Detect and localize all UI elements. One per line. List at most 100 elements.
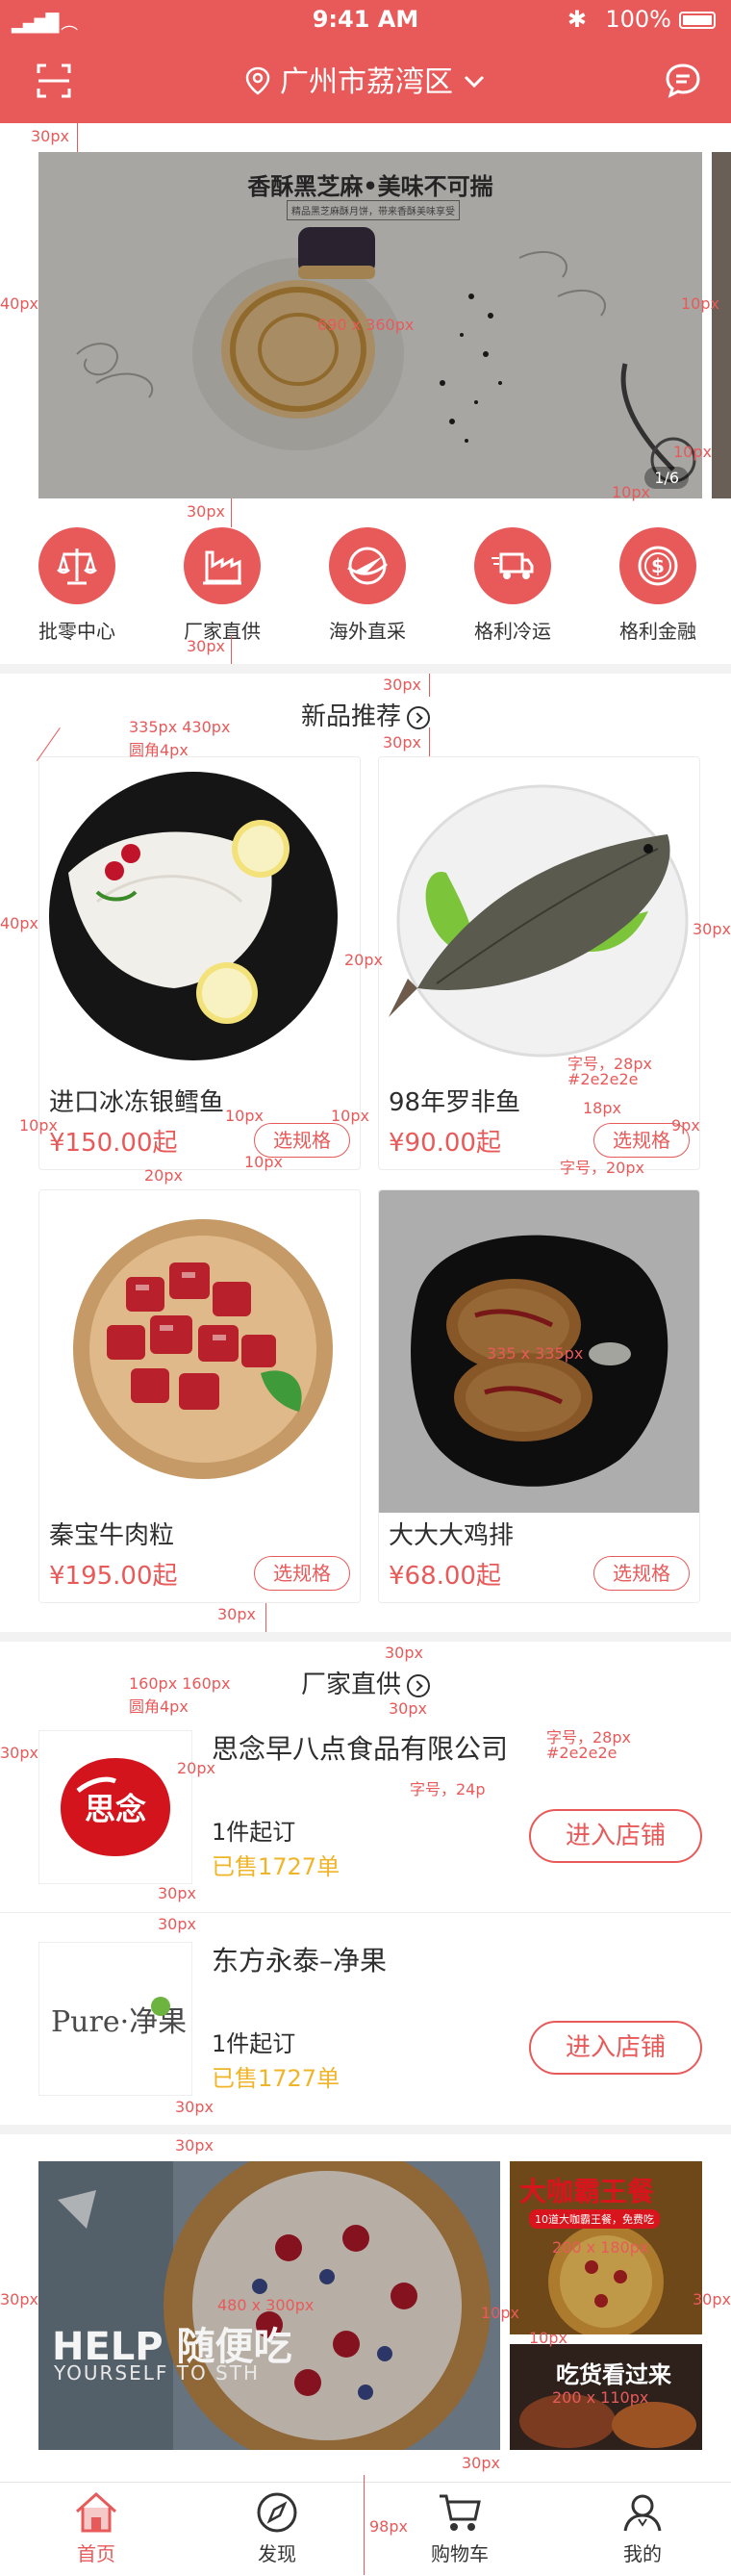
quicknav-finance[interactable]: $ 格利金融: [605, 527, 711, 644]
vendor-logo: 思念: [38, 1730, 192, 1884]
anno-spacing: 10px: [244, 1153, 283, 1171]
banner-size-note: 690 x 360px: [317, 316, 415, 334]
tab-cart[interactable]: 购物车: [402, 2490, 517, 2566]
product-price: ¥68.00起: [389, 1562, 501, 1591]
message-icon[interactable]: [664, 62, 702, 100]
vendor-row[interactable]: Pure·净果 东方永泰–净果 1件起订 已售1727单 进入店铺: [0, 1913, 731, 2125]
quicknav-overseas[interactable]: 海外直采: [315, 527, 420, 644]
anno-image-size: 480 x 300px: [217, 2296, 315, 2314]
anno-image-size: 335 x 335px: [487, 1344, 584, 1363]
anno-spacing: 10px: [612, 483, 650, 501]
anno-spacing: 10px: [673, 443, 712, 461]
vendor-name: 东方永泰–净果: [212, 1945, 388, 1977]
factory-icon: [184, 527, 261, 604]
promo-top-right-subtitle: 10道大咖霸王餐，免费吃: [529, 2209, 660, 2229]
enter-store-button[interactable]: 进入店铺: [529, 2021, 702, 2075]
vendor-min-order: 1件起订: [212, 1819, 296, 1846]
anno-spacing: 40px: [0, 294, 38, 313]
anno-spacing-line: [77, 123, 78, 152]
location-pin-icon: [246, 66, 270, 95]
plane-icon: [329, 527, 406, 604]
anno-spacing: 10px: [331, 1107, 369, 1125]
anno-font-color: #2e2e2e: [546, 1744, 618, 1762]
anno-spacing: 30px: [187, 502, 225, 521]
section-divider: [0, 1632, 731, 1642]
chevron-down-icon: [464, 75, 484, 89]
tab-label: 发现: [258, 2542, 296, 2565]
banner-carousel[interactable]: 香酥黑芝麻•美味不可揣 精品黑芝麻酥月饼，带来香酥美味享受 690 x 360p…: [38, 152, 702, 498]
tab-home[interactable]: 首页: [38, 2490, 154, 2566]
promo-banner-top-right[interactable]: 大咖霸王餐 10道大咖霸王餐，免费吃 200 x 180px: [510, 2161, 702, 2334]
tab-label: 我的: [623, 2542, 662, 2565]
quicknav-label: 海外直采: [329, 620, 406, 643]
product-name: 98年罗非鱼: [389, 1088, 521, 1117]
anno-spacing: 40px: [0, 914, 38, 932]
tab-label: 购物车: [431, 2542, 489, 2565]
product-name: 大大大鸡排: [389, 1521, 515, 1550]
banner-next-peek: [712, 152, 731, 498]
product-card[interactable]: 98年罗非鱼 ¥90.00起 选规格: [378, 756, 700, 1170]
anno-spacing: 30px: [0, 2290, 38, 2308]
battery-icon: [679, 12, 716, 29]
enter-store-button[interactable]: 进入店铺: [529, 1809, 702, 1863]
cart-icon: [440, 2494, 481, 2531]
vendors-title[interactable]: 厂家直供: [0, 1665, 731, 1700]
promo-bottom-right-title: 吃货看过来: [556, 2361, 671, 2388]
new-products-title[interactable]: 新品推荐: [0, 697, 731, 732]
vendor-logo-text: 思念: [85, 1791, 146, 1827]
anno-logo-size: 160px 160px: [129, 1674, 231, 1693]
section-divider: [0, 2125, 731, 2134]
anno-spacing: 30px: [383, 733, 421, 752]
anno-spacing: 18px: [583, 1099, 621, 1117]
chevron-right-circle-icon: [407, 705, 430, 729]
city-selector[interactable]: 广州市荔湾区: [0, 58, 731, 100]
anno-spacing: 30px: [158, 1884, 196, 1902]
tab-profile[interactable]: 我的: [585, 2490, 700, 2566]
promo-banner-bottom-right[interactable]: 吃货看过来 200 x 110px: [510, 2344, 702, 2450]
product-card[interactable]: 秦宝牛肉粒 ¥195.00起 选规格: [38, 1189, 361, 1603]
nav-row: 广州市荔湾区: [0, 54, 731, 108]
promo-top-right-title: 大咖霸王餐: [519, 2176, 655, 2207]
bluetooth-icon: ✱: [567, 6, 587, 33]
anno-spacing: 9px: [671, 1116, 700, 1135]
anno-spacing: 20px: [344, 951, 383, 969]
vendor-sold-count: 已售1727单: [212, 2065, 340, 2092]
select-spec-button[interactable]: 选规格: [254, 1556, 350, 1591]
anno-spacing: 30px: [693, 2290, 731, 2308]
scale-icon: [38, 527, 115, 604]
product-card[interactable]: 335 x 335px 大大大鸡排 ¥68.00起 选规格: [378, 1189, 700, 1603]
quicknav-factory[interactable]: 厂家直供: [169, 527, 275, 644]
anno-spacing-line: [364, 2475, 365, 2575]
product-card[interactable]: 进口冰冻银鳕鱼 ¥150.00起 选规格: [38, 756, 361, 1170]
truck-icon: [474, 527, 551, 604]
product-name: 秦宝牛肉粒: [49, 1521, 175, 1550]
anno-spacing: 30px: [693, 920, 731, 938]
anno-spacing: 30px: [31, 127, 69, 145]
home-icon: [75, 2491, 117, 2533]
app-header: ▂▄▆█ ︵ 9:41 AM ✱ 100% 广州市荔湾区: [0, 0, 731, 123]
anno-spacing: 30px: [385, 1644, 423, 1662]
anno-spacing: 30px: [158, 1915, 196, 1933]
product-image: [39, 757, 360, 1080]
anno-spacing-line: [429, 674, 430, 697]
anno-image-size: 200 x 110px: [552, 2388, 649, 2407]
vendor-min-order: 1件起订: [212, 2030, 296, 2057]
product-name: 进口冰冻银鳕鱼: [49, 1088, 225, 1117]
battery-percent: 100%: [605, 6, 671, 33]
chevron-right-circle-icon: [407, 1673, 430, 1697]
anno-logo-radius: 圆角4px: [129, 1697, 189, 1716]
vendor-sold-count: 已售1727单: [212, 1853, 340, 1880]
anno-spacing: 30px: [175, 2098, 214, 2116]
anno-spacing: 30px: [175, 2136, 214, 2155]
anno-spacing-line: [231, 498, 232, 527]
select-spec-button[interactable]: 选规格: [593, 1556, 690, 1591]
quicknav-cold-chain[interactable]: 格利冷运: [460, 527, 566, 644]
section-title-text: 厂家直供: [300, 1671, 401, 1699]
tab-discover[interactable]: 发现: [219, 2490, 335, 2566]
quicknav-wholesale[interactable]: 批零中心: [24, 527, 130, 644]
compass-icon: [257, 2492, 297, 2533]
anno-spacing: 10px: [529, 2329, 567, 2347]
promo-banner-large[interactable]: HELP 随便吃 YOURSELF TO STH 480 x 300px: [38, 2161, 500, 2450]
product-price: ¥195.00起: [49, 1562, 178, 1591]
anno-spacing: 20px: [144, 1166, 183, 1185]
